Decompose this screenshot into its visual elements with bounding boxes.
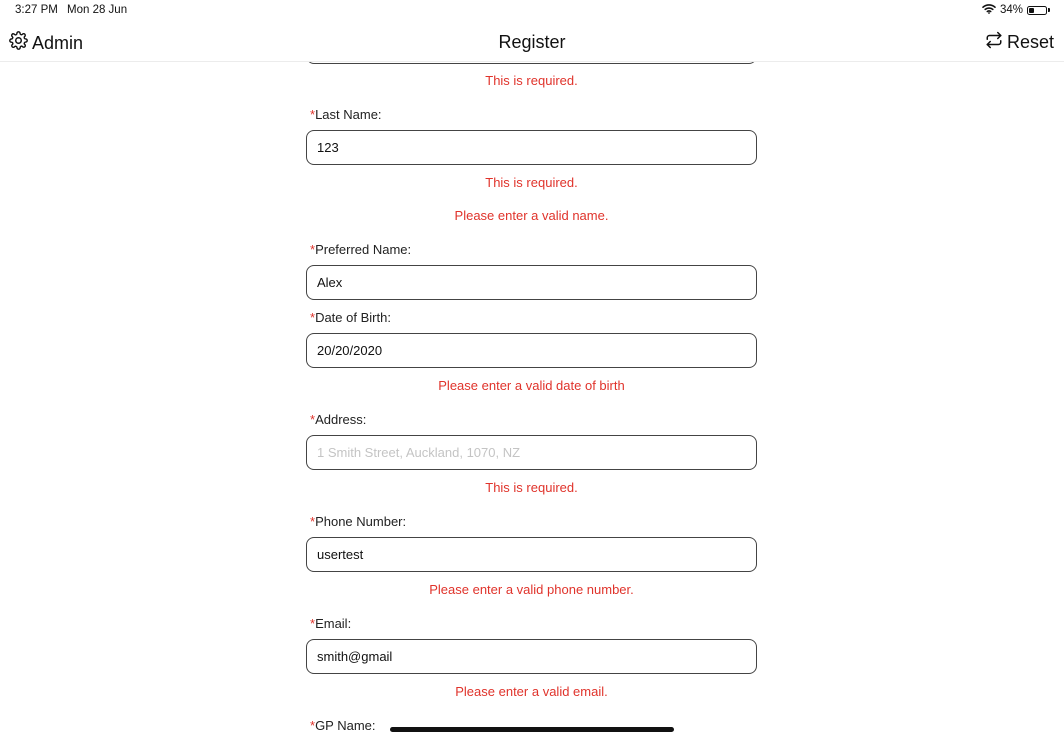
- battery-icon: [1027, 5, 1047, 15]
- wifi-icon: [982, 3, 996, 17]
- email-label: *Email:: [310, 616, 351, 631]
- date-of-birth-error: Please enter a valid date of birth: [438, 378, 625, 393]
- last-name-invalid-error: Please enter a valid name.: [454, 208, 609, 223]
- address-label-text: Address:: [315, 412, 367, 427]
- last-name-label: *Last Name:: [310, 107, 382, 122]
- address-field[interactable]: [306, 435, 757, 470]
- gp-name-label: *GP Name:: [310, 718, 376, 733]
- battery-level: [1029, 7, 1035, 13]
- last-name-label-text: Last Name:: [315, 107, 382, 122]
- last-name-required-error: This is required.: [485, 175, 578, 190]
- email-label-text: Email:: [315, 616, 352, 631]
- navigation-bar: Admin Register Reset: [0, 22, 1064, 62]
- preferred-name-field[interactable]: [306, 265, 757, 300]
- reset-label: Reset: [1006, 32, 1054, 52]
- phone-number-field[interactable]: [306, 537, 757, 572]
- repeat-icon: [985, 31, 1003, 54]
- last-name-field[interactable]: [306, 130, 757, 165]
- home-indicator[interactable]: [390, 727, 674, 732]
- address-error: This is required.: [485, 480, 578, 495]
- date-of-birth-label: *Date of Birth:: [310, 310, 391, 325]
- page-title: Register: [498, 32, 566, 52]
- status-date: Mon 28 Jun: [67, 4, 128, 16]
- phone-number-label: *Phone Number:: [310, 514, 406, 529]
- phone-number-label-text: Phone Number:: [315, 514, 407, 529]
- status-bar: 3:27 PM Mon 28 Jun 34%: [0, 0, 1064, 22]
- address-label: *Address:: [310, 412, 366, 427]
- date-of-birth-field[interactable]: [306, 333, 757, 368]
- email-error: Please enter a valid email.: [455, 684, 608, 699]
- phone-number-error: Please enter a valid phone number.: [429, 582, 634, 597]
- preferred-name-label-text: Preferred Name:: [315, 242, 412, 257]
- reset-button[interactable]: Reset: [985, 31, 1054, 54]
- status-time: 3:27 PM: [15, 4, 58, 16]
- battery-percent: 34%: [999, 4, 1023, 16]
- status-indicators: 34%: [982, 3, 1050, 17]
- first-name-error: This is required.: [485, 73, 578, 88]
- preferred-name-label: *Preferred Name:: [310, 242, 411, 257]
- date-of-birth-label-text: Date of Birth:: [315, 310, 391, 325]
- battery-tip: [1048, 8, 1050, 12]
- email-field[interactable]: [306, 639, 757, 674]
- gp-name-label-text: GP Name:: [315, 718, 376, 733]
